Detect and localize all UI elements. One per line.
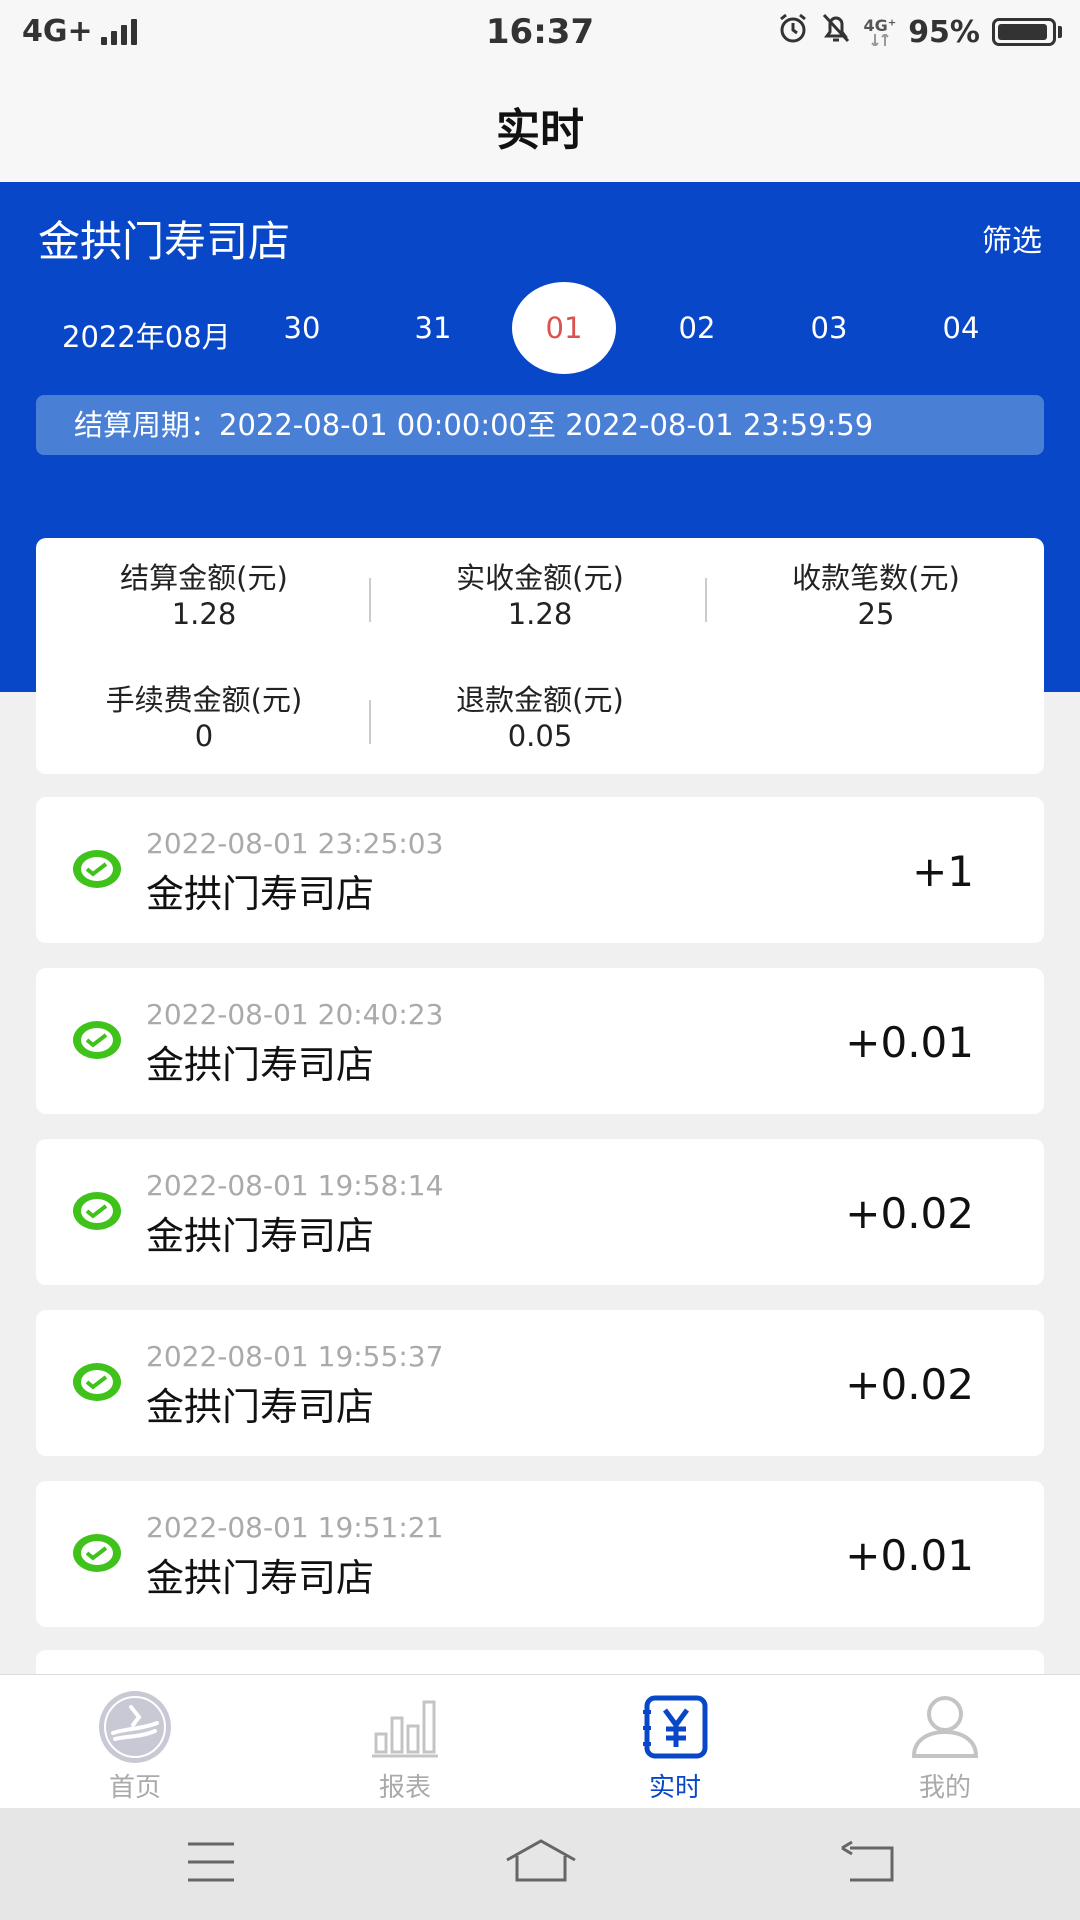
menu-icon[interactable] [186, 1840, 236, 1884]
transaction-store: 金拱门寿司店 [146, 1556, 375, 1600]
data-network-label: 4G⁺ [863, 16, 897, 35]
stat-label: 手续费金额(元) [105, 683, 303, 717]
transaction-amount: +0.02 [845, 1360, 974, 1409]
page-title: 实时 [496, 105, 584, 156]
status-bar: 4G+ 16:37 4G⁺ 95% [0, 0, 1080, 66]
day-03[interactable]: 03 [777, 282, 881, 374]
transaction-amount: +0.01 [845, 1018, 974, 1067]
stat-value: 1.28 [171, 597, 237, 631]
user-icon [911, 1696, 979, 1758]
store-name: 金拱门寿司店 [38, 217, 291, 266]
tab-label: 首页 [108, 1773, 161, 1803]
stat-value: 0.05 [507, 719, 573, 753]
divider [369, 700, 371, 744]
alarm-icon [777, 12, 809, 52]
bottom-tab-bar: 首页 报表 实时 我的 [0, 1674, 1080, 1808]
divider [369, 578, 371, 622]
stat-fee-amount: 手续费金额(元) 0 [36, 682, 372, 754]
transaction-item[interactable]: 2022-08-01 19:55:37 金拱门寿司店 +0.02 [36, 1310, 1044, 1456]
transaction-store: 金拱门寿司店 [146, 1385, 375, 1429]
transaction-amount: +0.01 [845, 1531, 974, 1580]
transaction-amount: +1 [912, 847, 974, 896]
transaction-time: 2022-08-01 23:25:03 [146, 827, 444, 860]
stat-value: 25 [857, 597, 895, 631]
transaction-amount: +0.02 [845, 1189, 974, 1238]
page-header: 实时 [0, 66, 1080, 182]
battery-icon [992, 18, 1062, 46]
stat-settlement-amount: 结算金额(元) 1.28 [36, 560, 372, 632]
day-30[interactable]: 30 [250, 282, 354, 374]
wechat-pay-icon [73, 1192, 121, 1230]
stat-value: 1.28 [507, 597, 573, 631]
yuan-ledger-icon [643, 1695, 708, 1759]
wechat-pay-icon [73, 1363, 121, 1401]
wechat-pay-icon [73, 1534, 121, 1572]
tab-home[interactable]: 首页 [0, 1687, 270, 1804]
home-logo-icon [99, 1691, 171, 1763]
wechat-pay-icon [73, 850, 121, 888]
back-icon[interactable] [840, 1840, 896, 1884]
stat-value: 0 [194, 719, 214, 753]
transaction-time: 2022-08-01 19:51:21 [146, 1511, 444, 1544]
transaction-store: 金拱门寿司店 [146, 1043, 375, 1087]
transaction-item[interactable]: 2022-08-01 23:25:03 金拱门寿司店 +1 [36, 797, 1044, 943]
stat-label: 退款金额(元) [456, 683, 624, 717]
transaction-item[interactable]: 2022-08-01 19:51:21 金拱门寿司店 +0.01 [36, 1481, 1044, 1627]
stat-received-amount: 实收金额(元) 1.28 [372, 560, 708, 632]
stat-label: 结算金额(元) [120, 561, 288, 595]
status-icons: 4G⁺ 95% [777, 12, 1062, 52]
transaction-item[interactable]: 2022-08-01 19:58:14 金拱门寿司店 +0.02 [36, 1139, 1044, 1285]
transaction-item[interactable]: 2022-08-01 20:40:23 金拱门寿司店 +0.01 [36, 968, 1044, 1114]
transaction-time: 2022-08-01 19:58:14 [146, 1169, 444, 1202]
bar-chart-icon [372, 1700, 438, 1758]
month-selector[interactable]: 2022年08月 [62, 314, 231, 356]
settlement-period: 结算周期：2022-08-01 00:00:00至 2022-08-01 23:… [36, 395, 1044, 455]
mute-bell-icon [821, 12, 851, 52]
tab-label: 报表 [378, 1773, 431, 1803]
transaction-time: 2022-08-01 19:55:37 [146, 1340, 444, 1373]
data-network-icon: 4G⁺ [863, 18, 896, 46]
day-01[interactable]: 01 [512, 282, 616, 374]
stat-payment-count: 收款笔数(元) 25 [708, 560, 1044, 632]
stat-refund-amount: 退款金额(元) 0.05 [372, 682, 708, 754]
summary-card: 结算金额(元) 1.28 实收金额(元) 1.28 收款笔数(元) 25 手续费… [36, 538, 1044, 774]
stat-label: 实收金额(元) [456, 561, 624, 595]
transaction-store: 金拱门寿司店 [146, 1214, 375, 1258]
battery-percent: 95% [908, 14, 980, 50]
home-icon[interactable] [505, 1838, 577, 1884]
wechat-pay-icon [73, 1021, 121, 1059]
tab-reports[interactable]: 报表 [270, 1687, 540, 1804]
transaction-store: 金拱门寿司店 [146, 872, 375, 916]
system-nav-bar [0, 1808, 1080, 1920]
stat-label: 收款笔数(元) [792, 561, 960, 595]
tab-realtime[interactable]: 实时 [540, 1687, 810, 1804]
divider [705, 578, 707, 622]
tab-label: 我的 [918, 1773, 971, 1803]
transaction-time: 2022-08-01 20:40:23 [146, 998, 444, 1031]
tab-profile[interactable]: 我的 [810, 1687, 1080, 1804]
day-31[interactable]: 31 [381, 282, 485, 374]
filter-button[interactable]: 筛选 [982, 216, 1042, 260]
day-02[interactable]: 02 [645, 282, 749, 374]
tab-label: 实时 [648, 1773, 701, 1803]
day-04[interactable]: 04 [909, 282, 1013, 374]
